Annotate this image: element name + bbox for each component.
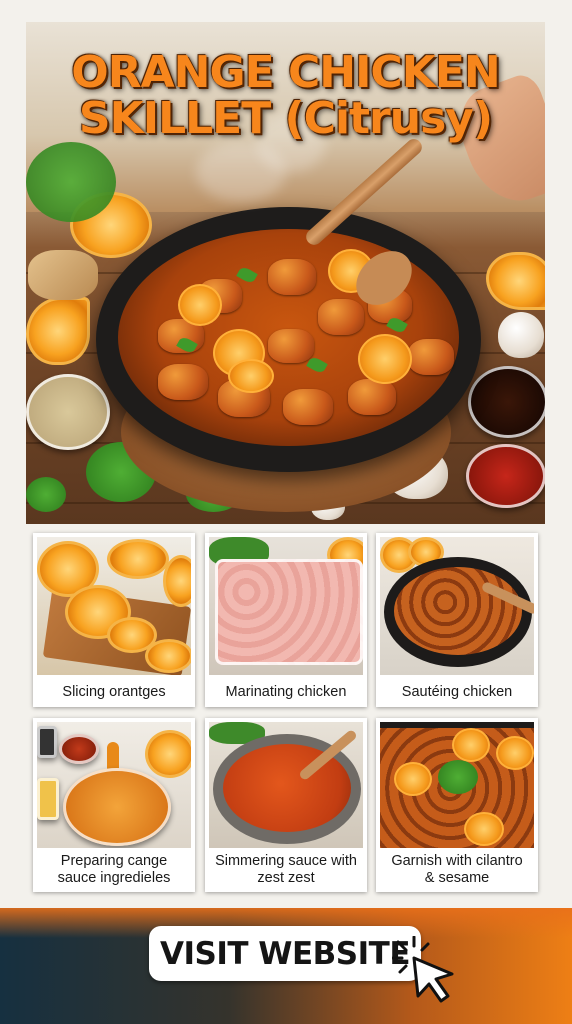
step-image: [37, 537, 191, 675]
orange-slice: [496, 736, 534, 770]
step-image: [209, 722, 363, 848]
step-caption: Sautéing chicken: [401, 683, 513, 700]
chicken-piece: [268, 329, 314, 363]
step-card-slicing-oranges: Slicing orantges: [33, 533, 195, 707]
chili-flakes-bowl: [59, 734, 99, 764]
cilantro-leaf: [236, 265, 258, 285]
step-card-preparing-sauce: Preparing cange sauce ingredieles: [33, 718, 195, 892]
sesame-seed-bowl: [26, 374, 110, 450]
soy-sauce-bottle: [37, 726, 57, 758]
chicken-piece: [348, 379, 396, 415]
orange-slice: [228, 359, 274, 393]
sauce-bowl: [63, 768, 171, 846]
step-image: [380, 537, 534, 675]
chicken-piece: [283, 389, 333, 425]
step-card-marinating-chicken: Marinating chicken: [205, 533, 367, 707]
step-caption: Preparing cange sauce ingredieles: [57, 853, 171, 886]
orange: [145, 730, 191, 778]
hero-image: ORANGE CHICKEN SKILLET (Citrusy): [26, 22, 545, 524]
step-card-simmering-sauce: Simmering sauce with zest zest: [205, 718, 367, 892]
chicken-piece: [158, 364, 208, 400]
orange-slice: [452, 728, 490, 762]
step-caption: Marinating chicken: [225, 683, 347, 700]
step-caption: Simmering sauce with zest zest: [215, 853, 357, 886]
chicken-piece: [268, 259, 316, 295]
soy-sauce-bowl: [468, 366, 545, 438]
cursor-click-icon: [392, 936, 454, 1003]
cilantro-garnish: [438, 760, 478, 794]
step-image: [209, 537, 363, 675]
step-caption: Slicing orantges: [62, 683, 166, 700]
orange-slice: [178, 284, 222, 326]
orange-slice: [163, 555, 191, 607]
garlic-bulb: [498, 312, 544, 358]
orange-wedge: [486, 252, 545, 310]
chicken-in-container: [215, 559, 363, 665]
orange-slice: [464, 812, 504, 846]
chicken-pieces: [394, 567, 522, 655]
orange-wedge: [26, 297, 90, 365]
honey-jar: [37, 778, 59, 820]
cilantro-sprig: [26, 477, 66, 512]
recipe-title: ORANGE CHICKEN SKILLET (Citrusy): [26, 47, 545, 145]
visit-website-label: VISIT WEBSITE: [159, 935, 411, 972]
ginger-root: [28, 250, 98, 300]
orange-slice: [145, 639, 191, 673]
chili-flakes-bowl: [466, 444, 545, 508]
cilantro-leaf: [306, 355, 328, 375]
step-caption: Garnish with cilantro & sesame: [391, 853, 523, 886]
chicken-piece: [408, 339, 454, 375]
chicken-piece: [318, 299, 364, 335]
step-card-sauteing-chicken: Sautéing chicken: [376, 533, 538, 707]
orange-slice: [394, 762, 432, 796]
cast-iron-skillet: [96, 207, 481, 472]
cilantro-bunch: [26, 142, 116, 222]
step-image: [37, 722, 191, 848]
orange-slice: [107, 539, 169, 579]
step-image: [380, 722, 534, 848]
step-card-garnish: Garnish with cilantro & sesame: [376, 718, 538, 892]
title-line-2: SKILLET (Citrusy): [78, 93, 493, 145]
skillet: [384, 557, 532, 667]
orange-slice: [358, 334, 412, 384]
title-line-1: ORANGE CHICKEN: [71, 47, 500, 98]
visit-website-button[interactable]: VISIT WEBSITE: [149, 926, 421, 981]
